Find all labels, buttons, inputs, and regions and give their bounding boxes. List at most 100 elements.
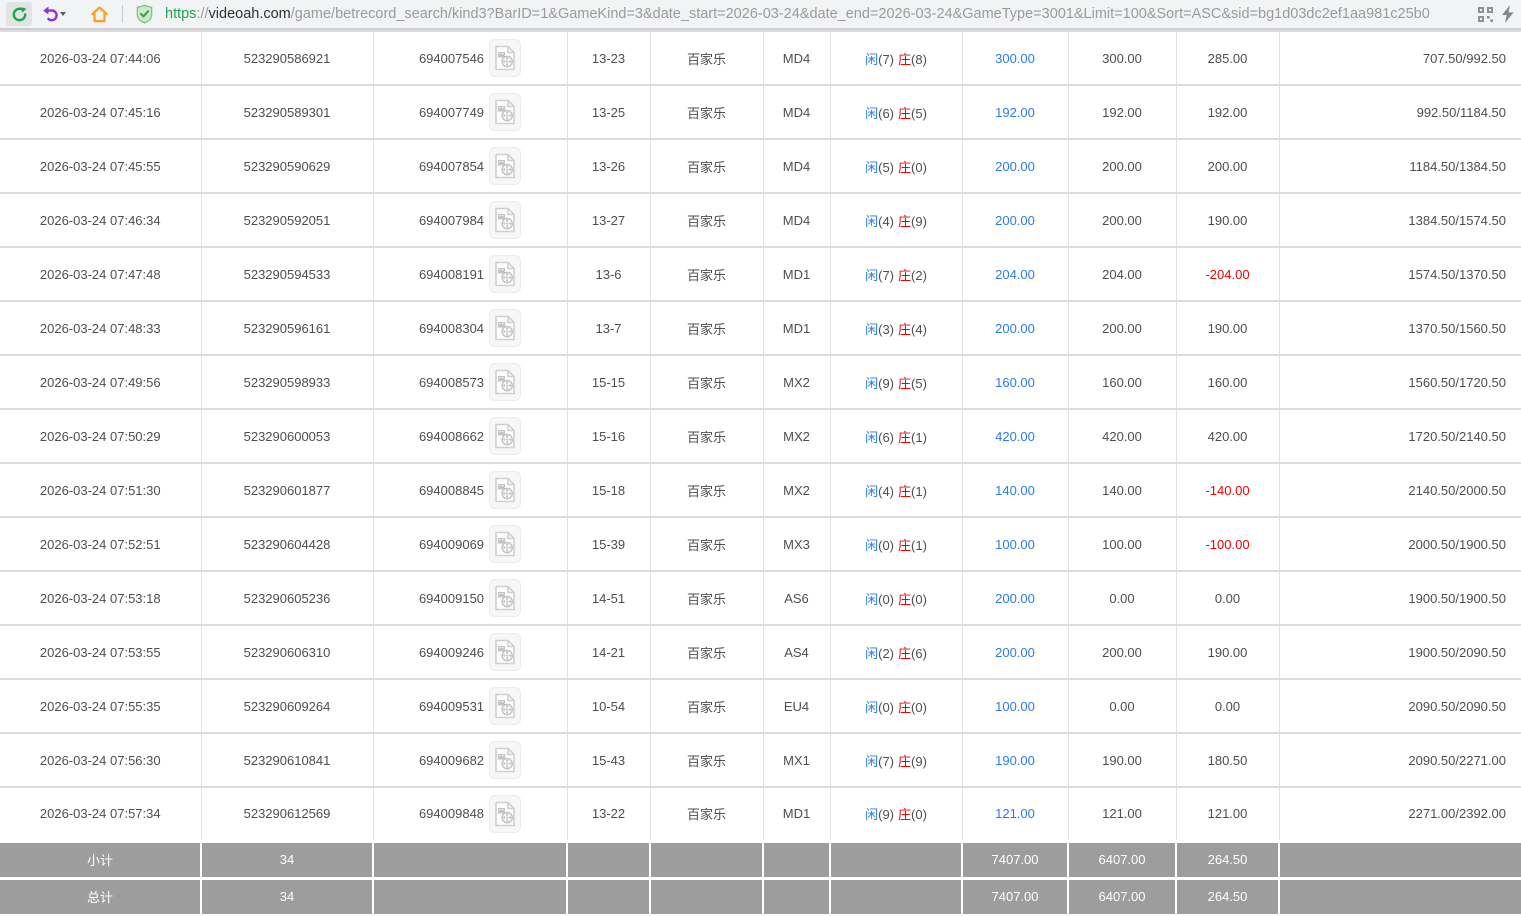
valid-amount: 204.00 <box>1068 247 1176 301</box>
bet-amount-link[interactable]: 121.00 <box>962 787 1068 841</box>
video-replay-button[interactable] <box>489 525 521 563</box>
banker-label: 庄 <box>898 214 911 229</box>
table-code: MX3 <box>763 517 830 571</box>
balance-before-after: 2090.50/2271.00 <box>1279 733 1521 787</box>
player-score: (9) <box>878 376 894 391</box>
lightning-icon[interactable] <box>1501 5 1515 23</box>
video-replay-button[interactable] <box>489 417 521 455</box>
game-result: 闲(6)庄(1) <box>830 409 962 463</box>
banker-label: 庄 <box>898 754 911 769</box>
bet-id: 523290606310 <box>201 625 373 679</box>
player-score: (3) <box>878 322 894 337</box>
game-cell: 694008304 <box>373 301 567 355</box>
bet-id: 523290586921 <box>201 31 373 85</box>
bet-amount-link[interactable]: 300.00 <box>962 31 1068 85</box>
player-label: 闲 <box>865 538 878 553</box>
film-document-icon <box>494 153 516 179</box>
bet-id: 523290598933 <box>201 355 373 409</box>
subtotal-valid: 6407.00 <box>1068 841 1176 878</box>
win-loss: 190.00 <box>1176 301 1279 355</box>
film-document-icon <box>494 531 516 557</box>
game-result: 闲(6)庄(5) <box>830 85 962 139</box>
total-winloss: 264.50 <box>1176 878 1279 915</box>
film-document-icon <box>494 423 516 449</box>
banker-score: (9) <box>911 214 927 229</box>
game-cell: 694009069 <box>373 517 567 571</box>
bet-amount-link[interactable]: 100.00 <box>962 517 1068 571</box>
game-cell: 694008191 <box>373 247 567 301</box>
film-document-icon <box>494 45 516 71</box>
bet-time: 2026-03-24 07:57:34 <box>0 787 201 841</box>
bet-time: 2026-03-24 07:56:30 <box>0 733 201 787</box>
qr-code-icon[interactable] <box>1478 7 1493 22</box>
subtotal-count: 34 <box>201 841 373 878</box>
player-label: 闲 <box>865 754 878 769</box>
home-button[interactable] <box>86 2 112 26</box>
video-replay-button[interactable] <box>489 147 521 185</box>
table-number: 15-16 <box>567 409 650 463</box>
bet-id: 523290590629 <box>201 139 373 193</box>
valid-amount: 420.00 <box>1068 409 1176 463</box>
game-number: 694009682 <box>419 753 484 768</box>
player-label: 闲 <box>865 376 878 391</box>
site-security-badge[interactable] <box>135 4 154 24</box>
bet-amount-link[interactable]: 200.00 <box>962 301 1068 355</box>
address-bar[interactable]: https://videoah.com/game/betrecord_searc… <box>165 6 1466 22</box>
video-replay-button[interactable] <box>489 255 521 293</box>
bet-amount-link[interactable]: 200.00 <box>962 139 1068 193</box>
bet-amount-link[interactable]: 160.00 <box>962 355 1068 409</box>
table-code: MD1 <box>763 787 830 841</box>
bet-amount-link[interactable]: 204.00 <box>962 247 1068 301</box>
film-document-icon <box>494 477 516 503</box>
balance-before-after: 992.50/1184.50 <box>1279 85 1521 139</box>
bet-amount-link[interactable]: 190.00 <box>962 733 1068 787</box>
undo-dropdown-caret[interactable] <box>60 12 66 16</box>
bet-amount-link[interactable]: 192.00 <box>962 85 1068 139</box>
film-document-icon <box>494 315 516 341</box>
video-replay-button[interactable] <box>489 795 521 833</box>
video-replay-button[interactable] <box>489 471 521 509</box>
valid-amount: 192.00 <box>1068 85 1176 139</box>
banker-label: 庄 <box>898 592 911 607</box>
total-count: 34 <box>201 878 373 915</box>
film-document-icon <box>494 261 516 287</box>
video-replay-button[interactable] <box>489 741 521 779</box>
banker-label: 庄 <box>898 646 911 661</box>
subtotal-empty <box>373 841 567 878</box>
subtotal-row: 小计 34 7407.00 6407.00 264.50 <box>0 841 1521 878</box>
bet-amount-link[interactable]: 420.00 <box>962 409 1068 463</box>
video-replay-button[interactable] <box>489 687 521 725</box>
table-code: AS4 <box>763 625 830 679</box>
player-score: (7) <box>878 268 894 283</box>
video-replay-button[interactable] <box>489 39 521 77</box>
bet-amount-link[interactable]: 100.00 <box>962 679 1068 733</box>
banker-score: (1) <box>911 430 927 445</box>
video-replay-button[interactable] <box>489 201 521 239</box>
undo-button[interactable] <box>36 2 70 26</box>
table-row: 2026-03-24 07:47:48 523290594533 6940081… <box>0 247 1521 301</box>
film-document-icon <box>494 747 516 773</box>
table-number: 13-27 <box>567 193 650 247</box>
banker-score: (5) <box>911 106 927 121</box>
player-score: (9) <box>878 807 894 822</box>
bet-amount-link[interactable]: 200.00 <box>962 193 1068 247</box>
banker-label: 庄 <box>898 268 911 283</box>
url-path: /game/betrecord_search/kind3?BarID=1&Gam… <box>291 6 1430 22</box>
video-replay-button[interactable] <box>489 579 521 617</box>
table-number: 15-39 <box>567 517 650 571</box>
bet-amount-link[interactable]: 200.00 <box>962 571 1068 625</box>
table-number: 13-7 <box>567 301 650 355</box>
video-replay-button[interactable] <box>489 309 521 347</box>
reload-button[interactable] <box>6 2 32 26</box>
table-code: MD4 <box>763 85 830 139</box>
balance-before-after: 2090.50/2090.50 <box>1279 679 1521 733</box>
banker-score: (4) <box>911 322 927 337</box>
bet-amount-link[interactable]: 200.00 <box>962 625 1068 679</box>
bet-time: 2026-03-24 07:47:48 <box>0 247 201 301</box>
video-replay-button[interactable] <box>489 93 521 131</box>
reload-icon <box>11 6 28 23</box>
video-replay-button[interactable] <box>489 363 521 401</box>
game-cell: 694007749 <box>373 85 567 139</box>
video-replay-button[interactable] <box>489 633 521 671</box>
bet-amount-link[interactable]: 140.00 <box>962 463 1068 517</box>
